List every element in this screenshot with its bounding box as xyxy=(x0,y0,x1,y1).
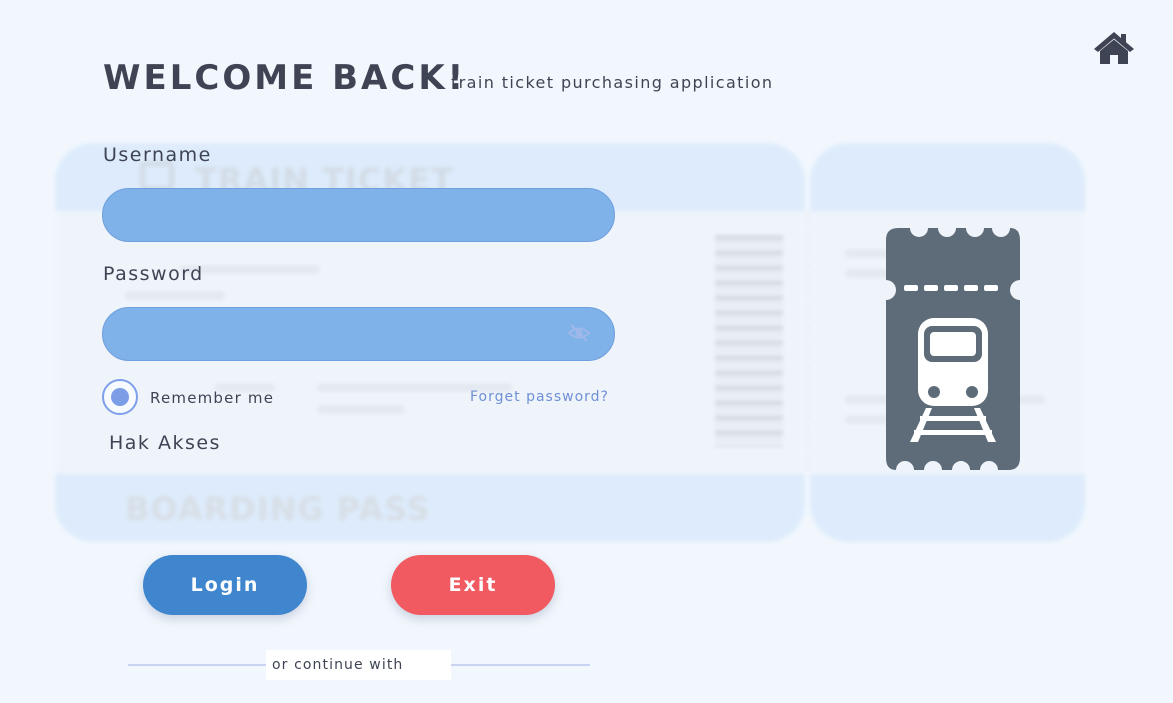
ticket-perforation xyxy=(807,211,809,471)
exit-button[interactable]: Exit xyxy=(391,555,555,615)
password-input[interactable] xyxy=(102,307,615,361)
page-subtitle: train ticket purchasing application xyxy=(451,73,774,92)
train-ticket-icon xyxy=(886,228,1020,470)
remember-me-radio[interactable]: Remember me xyxy=(102,379,282,415)
forget-password-link[interactable]: Forget password? xyxy=(470,389,609,405)
password-label: Password xyxy=(103,263,204,285)
radio-button[interactable] xyxy=(102,379,138,415)
stub-bottom-band xyxy=(810,474,1085,542)
divider-text: or continue with xyxy=(272,657,404,673)
eye-slash-icon[interactable] xyxy=(567,322,591,344)
stub-top-band xyxy=(810,143,1085,211)
faint-line xyxy=(125,291,225,300)
divider-line-left xyxy=(128,664,268,666)
home-icon[interactable] xyxy=(1093,30,1135,66)
barcode xyxy=(715,235,783,447)
remember-me-label: Remember me xyxy=(150,389,275,407)
username-label: Username xyxy=(103,144,212,166)
page-title: WELCOME BACK! xyxy=(103,58,467,98)
divider-line-right xyxy=(450,664,590,666)
login-button[interactable]: Login xyxy=(143,555,307,615)
username-input[interactable] xyxy=(102,188,615,242)
faint-line xyxy=(317,405,405,414)
access-rights-label: Hak Akses xyxy=(109,432,221,454)
radio-dot xyxy=(111,388,129,406)
boarding-heading: BOARDING PASS xyxy=(125,490,431,528)
